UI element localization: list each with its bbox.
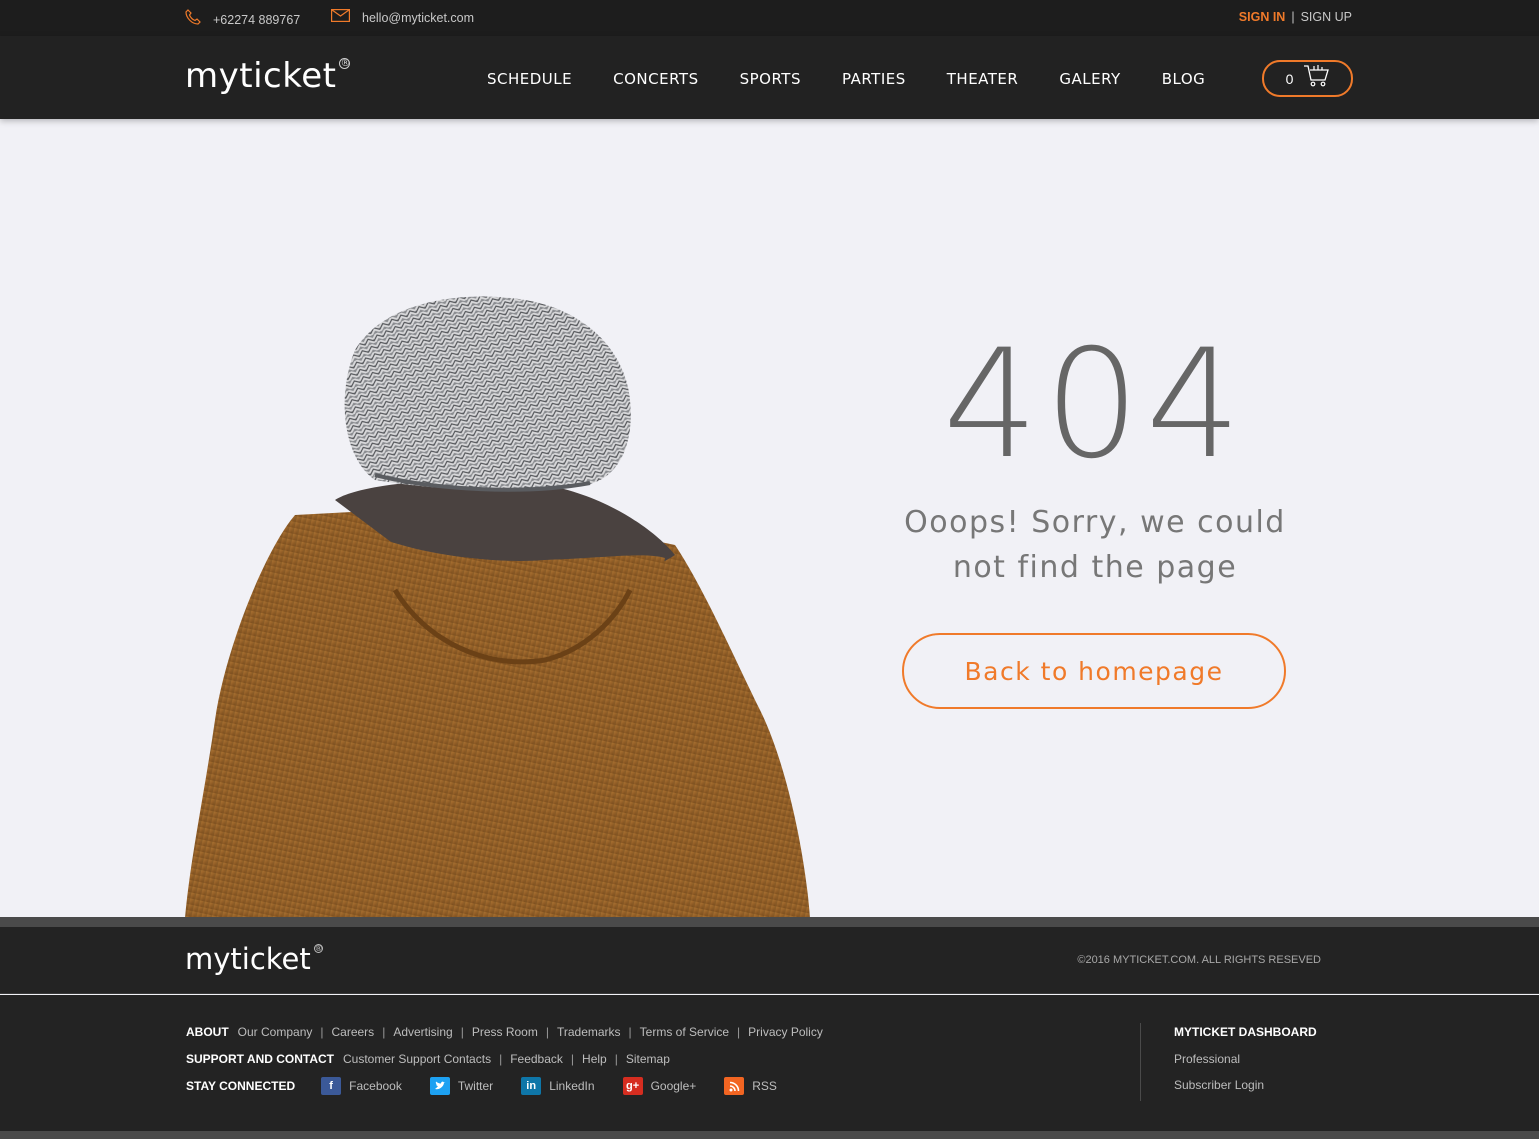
link-separator: | (460, 1025, 464, 1039)
footer-link[interactable]: Privacy Policy (748, 1025, 823, 1039)
cart-count: 0 (1285, 70, 1294, 87)
link-separator: | (320, 1025, 324, 1039)
twitter-icon (429, 1077, 450, 1095)
nav-sports[interactable]: SPORTS (740, 70, 801, 88)
mail-icon (331, 9, 350, 27)
phone-contact[interactable]: +62274 889767 (185, 9, 300, 30)
nav-concerts[interactable]: CONCERTS (613, 70, 698, 88)
connect-heading: STAY CONNECTED (186, 1079, 296, 1093)
social-rss[interactable]: RSS (724, 1077, 777, 1095)
dashboard-professional-link[interactable]: Professional (1174, 1052, 1240, 1066)
footer-support-row: SUPPORT AND CONTACT Customer Support Con… (186, 1052, 670, 1066)
logo-text: myticket (185, 56, 337, 96)
link-separator: | (737, 1025, 741, 1039)
footer-link[interactable]: Help (582, 1052, 607, 1066)
top-bar: +62274 889767 hello@myticket.com SIGN IN… (0, 0, 1539, 36)
social-label: Twitter (457, 1079, 494, 1093)
facebook-icon: f (321, 1077, 342, 1095)
nav-blog[interactable]: BLOG (1162, 70, 1206, 88)
email-address: hello@myticket.com (362, 11, 475, 25)
social-label: LinkedIn (549, 1079, 595, 1093)
auth-divider: | (1291, 10, 1295, 24)
nav-parties[interactable]: PARTIES (842, 70, 906, 88)
phone-number: +62274 889767 (213, 12, 301, 27)
footer-link[interactable]: Advertising (393, 1025, 452, 1039)
site-logo[interactable]: myticket ® (185, 56, 351, 96)
sign-in-link[interactable]: SIGN IN (1239, 10, 1286, 24)
footer-bottom-bar (0, 1131, 1539, 1139)
cart-icon (1303, 64, 1330, 93)
footer-divider (1140, 1023, 1141, 1101)
nav-galery[interactable]: GALERY (1059, 70, 1120, 88)
footer-registered-mark: ® (313, 944, 323, 953)
footer-link[interactable]: Sitemap (626, 1052, 670, 1066)
social-facebook[interactable]: f Facebook (321, 1077, 402, 1095)
error-code: 404 (942, 318, 1248, 492)
copyright: ©2016 MYTICKET.COM. ALL RIGHTS RESEVED (1077, 954, 1321, 966)
back-to-homepage-button[interactable]: Back to homepage (902, 633, 1286, 709)
about-heading: ABOUT (186, 1025, 229, 1039)
support-heading: SUPPORT AND CONTACT (186, 1052, 334, 1066)
link-separator: | (382, 1025, 386, 1039)
footer-link[interactable]: Careers (332, 1025, 375, 1039)
footer-connect-row: STAY CONNECTED f Facebook Twitter in Lin… (186, 1077, 805, 1095)
rss-icon (724, 1077, 745, 1095)
footer-top: myticket ® ©2016 MYTICKET.COM. ALL RIGHT… (0, 927, 1539, 994)
footer-link[interactable]: Terms of Service (640, 1025, 729, 1039)
footer-link[interactable]: Our Company (238, 1025, 313, 1039)
phone-icon (185, 9, 201, 30)
social-linkedin[interactable]: in LinkedIn (521, 1077, 595, 1095)
footer-about-row: ABOUT Our Company | Careers | Advertisin… (186, 1025, 823, 1039)
link-separator: | (499, 1052, 503, 1066)
nav-schedule[interactable]: SCHEDULE (487, 70, 572, 88)
social-twitter[interactable]: Twitter (429, 1077, 494, 1095)
error-message: Ooops! Sorry, we could not find the page (904, 505, 1286, 585)
social-label: Facebook (349, 1079, 402, 1093)
link-separator: | (570, 1052, 575, 1066)
footer-logo[interactable]: myticket ® (185, 942, 323, 976)
social-label: Google+ (650, 1079, 697, 1093)
footer-link[interactable]: Feedback (510, 1052, 563, 1066)
link-separator: | (628, 1025, 632, 1039)
footer-separator (0, 917, 1539, 927)
dashboard-heading: MYTICKET DASHBOARD (1174, 1025, 1317, 1039)
person-illustration (185, 296, 810, 918)
dashboard-subscriber-login-link[interactable]: Subscriber Login (1174, 1078, 1264, 1092)
google-plus-icon: g+ (622, 1077, 643, 1095)
social-label: RSS (752, 1079, 777, 1093)
sign-up-link[interactable]: SIGN UP (1301, 10, 1352, 24)
auth-links: SIGN IN | SIGN UP (1239, 10, 1352, 24)
social-google-plus[interactable]: g+ Google+ (622, 1077, 697, 1095)
email-contact[interactable]: hello@myticket.com (331, 9, 474, 27)
link-separator: | (545, 1025, 549, 1039)
nav-links: SCHEDULE CONCERTS SPORTS PARTIES THEATER… (487, 70, 1246, 88)
nav-theater[interactable]: THEATER (947, 70, 1019, 88)
registered-mark: ® (339, 58, 351, 69)
main-navbar: myticket ® SCHEDULE CONCERTS SPORTS PART… (0, 36, 1539, 119)
footer-link[interactable]: Trademarks (557, 1025, 621, 1039)
footer-link[interactable]: Customer Support Contacts (343, 1052, 491, 1066)
link-separator: | (614, 1052, 618, 1066)
linkedin-icon: in (521, 1077, 542, 1095)
cart-button[interactable]: 0 (1262, 60, 1353, 97)
footer-logo-text: myticket (185, 942, 311, 976)
footer-link[interactable]: Press Room (472, 1025, 538, 1039)
